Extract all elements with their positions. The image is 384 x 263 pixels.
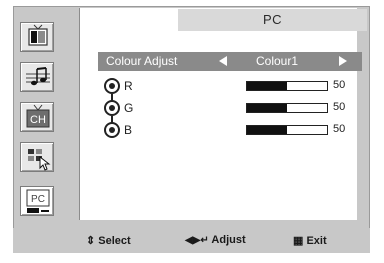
- slider-fill: [247, 82, 287, 90]
- sound-icon: [26, 67, 50, 86]
- channel-value: 50: [333, 101, 346, 113]
- setup-icon: [28, 149, 51, 171]
- channel-label: B: [124, 123, 133, 137]
- sidebar-divider: [79, 8, 80, 220]
- select-hint: ⇕ Select: [86, 234, 131, 247]
- channel-label: R: [124, 79, 133, 93]
- slider-fill: [247, 104, 287, 112]
- sidebar-item-channel[interactable]: CH: [20, 102, 54, 132]
- channel-row-g[interactable]: G 50: [104, 100, 366, 118]
- radio-icon: [104, 78, 120, 94]
- radio-icon: [104, 122, 120, 138]
- channel-label: G: [124, 101, 134, 115]
- sidebar-item-picture[interactable]: [20, 22, 54, 52]
- picture-icon: [28, 24, 48, 46]
- channel-icon: CH: [26, 104, 50, 128]
- arrow-right-icon[interactable]: [339, 56, 347, 66]
- sidebar-item-pc[interactable]: PC: [20, 186, 54, 216]
- channel-slider[interactable]: [246, 81, 328, 91]
- colour-adjust-label: Colour Adjust: [106, 54, 178, 68]
- sidebar-item-sound[interactable]: [20, 62, 54, 92]
- arrow-left-icon[interactable]: [219, 56, 227, 66]
- channel-value: 50: [333, 79, 346, 91]
- up-down-icon: ⇕: [86, 235, 96, 247]
- exit-hint-label: Exit: [306, 235, 327, 247]
- svg-text:CH: CH: [30, 114, 46, 126]
- colour-adjust-value: Colour1: [256, 54, 299, 68]
- slider-fill: [247, 126, 287, 134]
- pc-icon: PC: [26, 189, 50, 213]
- exit-hint: ▦ Exit: [293, 234, 327, 247]
- sidebar-item-setup[interactable]: [20, 142, 54, 172]
- adjust-hint: ◀▶↵ Adjust: [185, 234, 246, 246]
- svg-text:PC: PC: [31, 194, 45, 205]
- channel-value: 50: [333, 123, 346, 135]
- left-right-enter-icon: ◀▶↵: [185, 235, 209, 246]
- page-title: PC: [262, 12, 283, 27]
- radio-icon: [104, 100, 120, 116]
- adjust-hint-label: Adjust: [211, 234, 246, 246]
- channel-row-b[interactable]: B 50: [104, 122, 366, 140]
- select-hint-label: Select: [98, 235, 131, 247]
- menu-icon: ▦: [293, 235, 304, 247]
- channel-slider[interactable]: [246, 103, 328, 113]
- channel-row-r[interactable]: R 50: [104, 78, 366, 96]
- channel-slider[interactable]: [246, 125, 328, 135]
